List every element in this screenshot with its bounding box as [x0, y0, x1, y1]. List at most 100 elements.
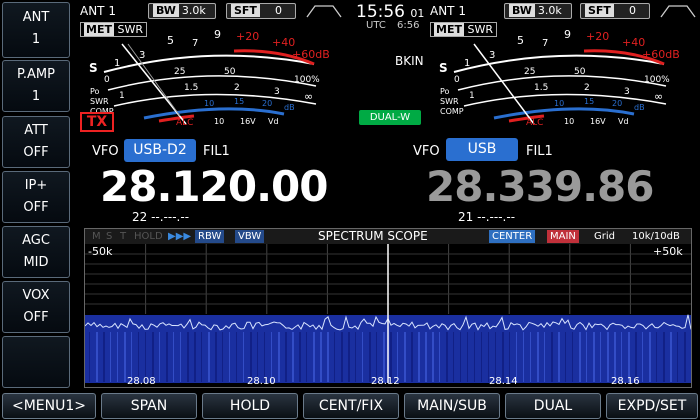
sub-filter-label: FIL1 — [526, 144, 553, 159]
sub-swr-2: 2 — [584, 83, 590, 93]
scope-center-mode: CENTER — [489, 230, 536, 243]
main-vd-20: 20 — [262, 99, 272, 108]
hold-softkey[interactable]: HOLD — [202, 393, 298, 419]
sub-swr-15: 1.5 — [534, 83, 548, 93]
sub-comp-label: COMP — [440, 107, 464, 116]
main-s3-label: 3 — [139, 50, 145, 61]
main-swr-scale-label: SWR — [90, 97, 109, 106]
scope-left-edge: -50k — [88, 245, 113, 258]
main-id-16v: 16V — [240, 117, 256, 126]
main-sft-value: 0 — [274, 4, 282, 17]
dual-watch-indicator: DUAL-W — [359, 110, 421, 125]
main-id-vd: Vd — [268, 117, 279, 126]
sub-id-10: 10 — [564, 117, 574, 126]
main-filter-shape-icon — [306, 5, 342, 18]
main-s9-label: 9 — [214, 28, 221, 41]
main-sub-softkey[interactable]: MAIN/SUB — [404, 393, 500, 419]
sub-sft-label: SFT — [585, 4, 614, 17]
sub-s7-label: 7 — [542, 38, 548, 49]
att-value: OFF — [23, 145, 49, 160]
pamp-button[interactable]: P.AMP 1 — [2, 60, 70, 112]
main-s1-label: 1 — [114, 58, 120, 69]
sub-vd-10: 10 — [554, 99, 564, 108]
main-bw-label: BW — [153, 4, 179, 17]
scope-right-edge: +50k — [653, 245, 683, 258]
pamp-label: P.AMP — [17, 67, 55, 82]
sub-bw-indicator[interactable]: BW 3.0k — [504, 3, 572, 19]
main-filter-label: FIL1 — [203, 144, 230, 159]
scope-vbw-indicator: VBW — [235, 230, 265, 243]
scope-grid-value: 10k/10dB — [632, 231, 680, 242]
cent-fix-softkey[interactable]: CENT/FIX — [303, 393, 399, 419]
scope-m-indicator: M — [92, 231, 101, 242]
main-ant-indicator: ANT 1 — [80, 4, 116, 18]
dual-softkey[interactable]: DUAL — [505, 393, 601, 419]
scope-display: -50k +50k 28.08 28.10 28.12 28.14 28.16 — [85, 244, 691, 387]
att-button[interactable]: ATT OFF — [2, 116, 70, 168]
sub-po-25: 25 — [524, 67, 535, 77]
sub-s1-label: 1 — [464, 58, 470, 69]
main-memory-line: 22 --.---.-- — [132, 210, 190, 224]
sub-frequency[interactable]: 28.339.86 — [426, 162, 654, 211]
sub-swr-3: 3 — [624, 87, 630, 97]
vox-label: VOX — [22, 288, 50, 303]
scope-main-indicator: MAIN — [547, 230, 579, 243]
sub-alc-label: ALC — [526, 118, 543, 128]
scope-status-bar: M S T HOLD ▶▶▶ RBW VBW SPECTRUM SCOPE CE… — [85, 229, 691, 244]
scope-s-indicator: S — [106, 231, 113, 242]
main-vd-db: dB — [284, 103, 295, 112]
main-po-0: 0 — [104, 75, 110, 85]
clock-time: 15:56 — [356, 2, 405, 22]
scope-title: SPECTRUM SCOPE — [318, 229, 428, 243]
main-bw-indicator[interactable]: BW 3.0k — [148, 3, 216, 19]
agc-button[interactable]: AGC MID — [2, 226, 70, 278]
ipplus-value: OFF — [23, 200, 49, 215]
sub-memory-line: 21 --.---.-- — [458, 210, 516, 224]
main-vfo-label: VFO — [92, 144, 119, 159]
sub-mode-button[interactable]: USB — [446, 138, 518, 161]
scope-t-indicator: T — [120, 231, 127, 242]
ant-button[interactable]: ANT 1 — [2, 2, 70, 58]
main-sft-label: SFT — [231, 4, 260, 17]
clock: 15:56 01 — [356, 2, 424, 22]
blank-side-button[interactable] — [2, 336, 70, 388]
menu-softkey[interactable]: <MENU1> — [2, 393, 96, 419]
scope-grid-label: Grid — [594, 231, 615, 242]
sub-swr-scale-label: SWR — [440, 97, 459, 106]
main-plus60-label: +60dB — [292, 48, 330, 61]
vox-button[interactable]: VOX OFF — [2, 281, 70, 333]
vox-value: OFF — [23, 310, 49, 325]
utc-time: 6:56 — [397, 20, 420, 31]
spectrum-scope[interactable]: M S T HOLD ▶▶▶ RBW VBW SPECTRUM SCOPE CE… — [84, 228, 692, 388]
ipplus-label: IP+ — [24, 178, 48, 193]
sub-sft-indicator[interactable]: SFT 0 — [580, 3, 650, 19]
sub-vd-15: 15 — [584, 97, 594, 106]
main-bw-value: 3.0k — [181, 4, 206, 17]
sub-id-16v: 16V — [590, 117, 606, 126]
utc-label: UTC — [366, 20, 386, 31]
left-function-sidebar: ANT 1 P.AMP 1 ATT OFF IP+ OFF AGC MID VO… — [0, 0, 72, 392]
main-multi-meter: S 1 3 5 7 9 +20 +40 +60dB Po 0 25 50 100… — [89, 28, 330, 128]
sub-plus20-label: +20 — [586, 30, 609, 43]
main-s7-label: 7 — [192, 38, 198, 49]
main-s5-label: 5 — [167, 34, 174, 47]
main-sft-indicator[interactable]: SFT 0 — [226, 3, 296, 19]
main-swr-15: 1.5 — [184, 83, 198, 93]
bkin-indicator: BKIN — [395, 54, 424, 68]
softkey-bar: <MENU1> SPAN HOLD CENT/FIX MAIN/SUB DUAL… — [0, 392, 700, 420]
main-po-25: 25 — [174, 67, 185, 77]
main-mode-button[interactable]: USB-D2 — [124, 139, 196, 162]
tx-indicator: TX — [80, 112, 114, 132]
scope-tick-0: 28.08 — [127, 376, 156, 387]
sub-po-0: 0 — [454, 75, 460, 85]
expd-set-softkey[interactable]: EXPD/SET — [606, 393, 698, 419]
ant-value: 1 — [31, 32, 41, 47]
sub-po-100: 100% — [644, 75, 670, 85]
main-po-label: Po — [90, 87, 100, 96]
ipplus-button[interactable]: IP+ OFF — [2, 171, 70, 223]
main-po-50: 50 — [224, 67, 236, 77]
span-softkey[interactable]: SPAN — [101, 393, 197, 419]
scope-tick-3: 28.14 — [489, 376, 518, 387]
main-frequency[interactable]: 28.120.00 — [100, 162, 328, 211]
sub-swr-1: 1 — [469, 91, 475, 101]
